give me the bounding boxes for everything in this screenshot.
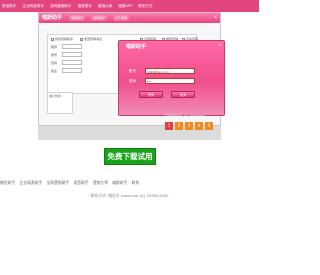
dialog-password-label: 密码 (129, 79, 136, 83)
page-2[interactable]: 2 (175, 122, 183, 130)
nav-item-app[interactable]: 喵斯APP (118, 4, 132, 9)
close-icon[interactable]: × (214, 15, 217, 19)
user-list-panel: 用户列表 (47, 92, 73, 114)
footer-contact: 联系方式: 微信号 xiaomiao QQ 330843000 (90, 193, 169, 198)
password-field[interactable] (62, 60, 82, 65)
page-3[interactable]: 3 (185, 122, 193, 130)
field-label-account: 账号 (51, 53, 58, 57)
app-tab-2[interactable]: 语音助手 (91, 15, 108, 21)
footer-link-6[interactable]: 喵斯助手 (112, 180, 127, 185)
dialog-account-input[interactable]: 1016@qq.com (145, 68, 195, 74)
field-label-password: 密码 (51, 61, 58, 65)
dialog-password-input[interactable]: *** (145, 78, 195, 84)
field-label-note: 备注 (51, 69, 58, 73)
checkbox-icon (51, 37, 54, 41)
dialog-close-icon[interactable]: × (219, 42, 222, 47)
pager: 1 2 3 4 5 (163, 122, 213, 130)
top-nav: 微信助手 企业网游助手 全网营销助手 语音助手 营销大师 喵斯APP 联系方式 (0, 0, 259, 12)
option-2[interactable]: 发送营销消息 (80, 37, 102, 41)
option-1[interactable]: 我的营销助手 (51, 37, 73, 41)
footer-links: 微信助手 企业网游助手 全网营销助手 语音助手 营销大师 喵斯助手 联系 (0, 180, 259, 186)
nav-item-master[interactable]: 营销大师 (98, 4, 112, 9)
screenshot-stage: 喵斯助手 营销助手 语音助手 天下营销 × 我的营销助手 发送营销消息 全网营销… (38, 12, 225, 140)
nav-item-enterprise[interactable]: 企业网游助手 (22, 4, 44, 9)
account-field[interactable] (62, 52, 82, 57)
footer-link-5[interactable]: 营销大师 (93, 180, 108, 185)
dialog-footer: 喵斯助手版本: qq: 330843000 (165, 114, 206, 118)
footer-link-2[interactable]: 企业网游助手 (19, 180, 42, 185)
footer-link-1[interactable]: 微信助手 (0, 180, 15, 185)
nav-item-wechat[interactable]: 微信助手 (2, 4, 16, 9)
app-tab-1[interactable]: 营销助手 (69, 15, 86, 21)
nav-item-marketing[interactable]: 全网营销助手 (50, 4, 72, 9)
footer-link-3[interactable]: 全网营销助手 (46, 180, 69, 185)
checkbox-icon (80, 37, 83, 41)
user-list-title: 用户列表 (49, 94, 62, 98)
page-1[interactable]: 1 (165, 122, 173, 130)
login-dialog: 喵斯助手 × 账号 1016@qq.com 密码 *** 登录 取消 喵斯助手版… (118, 40, 225, 118)
nav-item-voice[interactable]: 语音助手 (78, 4, 92, 9)
page-4[interactable]: 4 (195, 122, 203, 130)
note-field[interactable] (62, 68, 82, 73)
app-header: 喵斯助手 营销助手 语音助手 天下营销 × (39, 13, 220, 23)
app-tab-3[interactable]: 天下营销 (113, 15, 130, 21)
login-button[interactable]: 登录 (139, 91, 163, 98)
nav-item-contact[interactable]: 联系方式 (138, 4, 152, 9)
free-download-button[interactable]: 免费下载试用 (104, 148, 156, 165)
dialog-logo: 喵斯助手 (126, 44, 147, 50)
page-5[interactable]: 5 (205, 122, 213, 130)
field-label-nickname: 昵称 (51, 45, 58, 49)
footer-link-4[interactable]: 语音助手 (73, 180, 88, 185)
dialog-account-label: 账号 (129, 69, 136, 73)
app-logo: 喵斯助手 (42, 15, 63, 21)
cancel-button[interactable]: 取消 (171, 91, 195, 98)
nickname-field[interactable] (62, 44, 82, 49)
footer-link-7[interactable]: 联系 (132, 180, 140, 185)
